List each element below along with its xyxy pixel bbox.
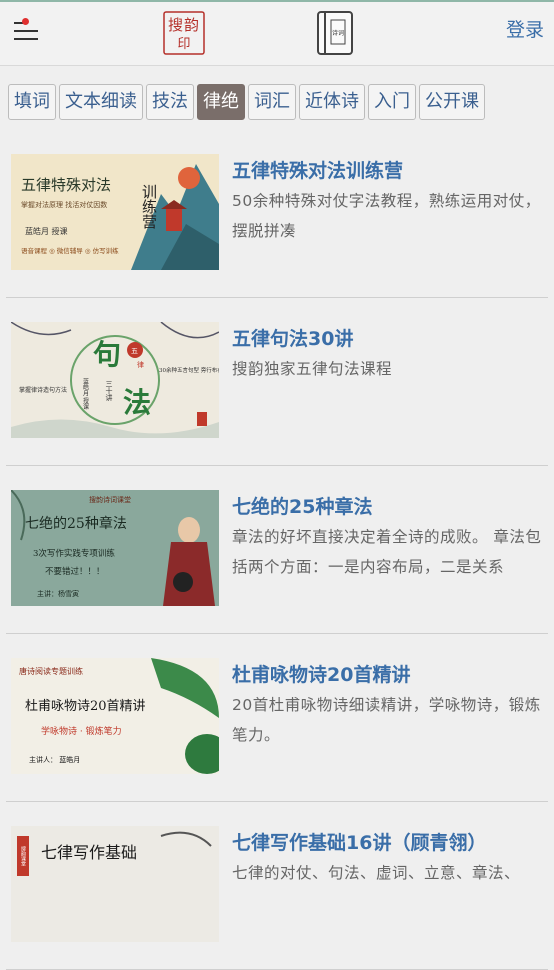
svg-text:主讲人： 蓝皓月: 主讲人： 蓝皓月 [29, 755, 80, 764]
svg-text:蓝皓月 授课: 蓝皓月 授课 [25, 226, 68, 236]
svg-text:3次写作实践专项训练: 3次写作实践专项训练 [33, 548, 115, 559]
course-description: 七律的对仗、句法、虚词、立意、章法、 [232, 864, 521, 882]
svg-text:印: 印 [177, 37, 190, 52]
svg-text:七律写作基础: 七律写作基础 [41, 843, 137, 862]
svg-text:搜韵课堂: 搜韵课堂 [20, 845, 26, 866]
course-title[interactable]: 七绝的25种章法 [232, 492, 552, 519]
tab-vocabulary[interactable]: 词汇 [248, 84, 296, 120]
svg-text:蓝皓月 授课: 蓝皓月 授课 [82, 377, 89, 411]
tab-text-reading[interactable]: 文本细读 [59, 84, 143, 120]
svg-text:诗词: 诗词 [332, 29, 344, 37]
course-description: 20首杜甫咏物诗细读精讲，学咏物诗，锻炼笔力。 [232, 696, 541, 744]
svg-text:搜韵诗词课堂: 搜韵诗词课堂 [89, 495, 131, 504]
svg-text:训练营: 训练营 [140, 184, 158, 229]
login-link[interactable]: 登录 [506, 15, 544, 42]
course-item[interactable]: 搜韵诗词课堂 七绝的25种章法 3次写作实践专项训练 不要错过！！！ 主讲：杨雪… [6, 466, 548, 634]
notification-dot [22, 18, 29, 25]
svg-text:学咏物诗 · 锻炼笔力: 学咏物诗 · 锻炼笔力 [41, 725, 122, 737]
svg-text:搜韵: 搜韵 [168, 16, 200, 34]
top-bar: 搜韵 印 诗词 登录 [0, 0, 554, 66]
poetry-book-icon[interactable]: 诗词 [315, 10, 355, 56]
svg-text:杜甫咏物诗20首精讲: 杜甫咏物诗20首精讲 [25, 699, 146, 714]
svg-text:三十讲: 三十讲 [105, 380, 113, 402]
course-thumbnail[interactable]: 搜韵诗词课堂 七绝的25种章法 3次写作实践专项训练 不要错过！！！ 主讲：杨雪… [11, 490, 219, 606]
tab-lvjue[interactable]: 律绝 [197, 84, 245, 120]
tab-techniques[interactable]: 技法 [146, 84, 194, 120]
course-title[interactable]: 五律特殊对法训练营 [232, 156, 552, 183]
course-description: 章法的好坏直接决定着全诗的成败。 章法包括两个方面：一是内容布局，二是关系 [232, 528, 542, 576]
course-thumbnail[interactable]: 搜韵课堂 七律写作基础 [11, 826, 219, 942]
svg-text:掌握对法原理 找活对仗因数: 掌握对法原理 找活对仗因数 [21, 200, 107, 209]
souyun-seal-logo[interactable]: 搜韵 印 [162, 10, 206, 56]
course-item[interactable]: 唐诗阅读专题训练 杜甫咏物诗20首精讲 学咏物诗 · 锻炼笔力 主讲人： 蓝皓月… [6, 634, 548, 802]
course-description: 50余种特殊对仗字法教程，熟练运用对仗，摆脱拼凑 [232, 192, 541, 240]
svg-text:30余种五言句型 旁行布衣: 30余种五言句型 旁行布衣 [159, 366, 219, 374]
svg-text:唐诗阅读专题训练: 唐诗阅读专题训练 [19, 666, 83, 676]
course-item[interactable]: 搜韵课堂 七律写作基础 七律写作基础16讲（顾青翎） 七律的对仗、句法、虚词、立… [6, 802, 548, 970]
course-title[interactable]: 五律句法30讲 [232, 324, 552, 351]
tab-intro[interactable]: 入门 [368, 84, 416, 120]
course-list: 五律特殊对法 掌握对法原理 找活对仗因数 蓝皓月 授课 语音课程 ◎ 微信辅导 … [0, 130, 554, 970]
course-thumbnail[interactable]: 句 法 五 律 三十讲 蓝皓月 授课 掌握律诗造句方法 30余种五言句型 旁行布… [11, 322, 219, 438]
svg-text:律: 律 [137, 360, 144, 369]
course-description: 搜韵独家五律句法课程 [232, 360, 393, 378]
course-thumbnail[interactable]: 唐诗阅读专题训练 杜甫咏物诗20首精讲 学咏物诗 · 锻炼笔力 主讲人： 蓝皓月 [11, 658, 219, 774]
svg-text:五: 五 [131, 347, 138, 355]
svg-text:不要错过！！！: 不要错过！！！ [45, 566, 105, 577]
menu-icon[interactable] [14, 18, 40, 44]
course-item[interactable]: 五律特殊对法 掌握对法原理 找活对仗因数 蓝皓月 授课 语音课程 ◎ 微信辅导 … [6, 130, 548, 298]
svg-text:句: 句 [93, 338, 121, 371]
course-title[interactable]: 杜甫咏物诗20首精讲 [232, 660, 552, 687]
svg-text:七绝的25种章法: 七绝的25种章法 [25, 515, 127, 532]
svg-text:语音课程 ◎ 微信辅导 ◎ 仿写训练: 语音课程 ◎ 微信辅导 ◎ 仿写训练 [21, 246, 119, 255]
tab-tianci[interactable]: 填词 [8, 84, 56, 120]
tab-open-class[interactable]: 公开课 [419, 84, 485, 120]
svg-text:主讲：杨雪寅: 主讲：杨雪寅 [37, 589, 79, 598]
svg-text:法: 法 [123, 386, 151, 419]
svg-text:掌握律诗造句方法: 掌握律诗造句方法 [19, 386, 67, 394]
svg-text:五律特殊对法: 五律特殊对法 [21, 176, 111, 194]
course-thumbnail[interactable]: 五律特殊对法 掌握对法原理 找活对仗因数 蓝皓月 授课 语音课程 ◎ 微信辅导 … [11, 154, 219, 270]
category-tabs: 填词 文本细读 技法 律绝 词汇 近体诗 入门 公开课 [0, 84, 554, 122]
course-title[interactable]: 七律写作基础16讲（顾青翎） [232, 828, 552, 855]
course-item[interactable]: 句 法 五 律 三十讲 蓝皓月 授课 掌握律诗造句方法 30余种五言句型 旁行布… [6, 298, 548, 466]
tab-jintishi[interactable]: 近体诗 [299, 84, 365, 120]
